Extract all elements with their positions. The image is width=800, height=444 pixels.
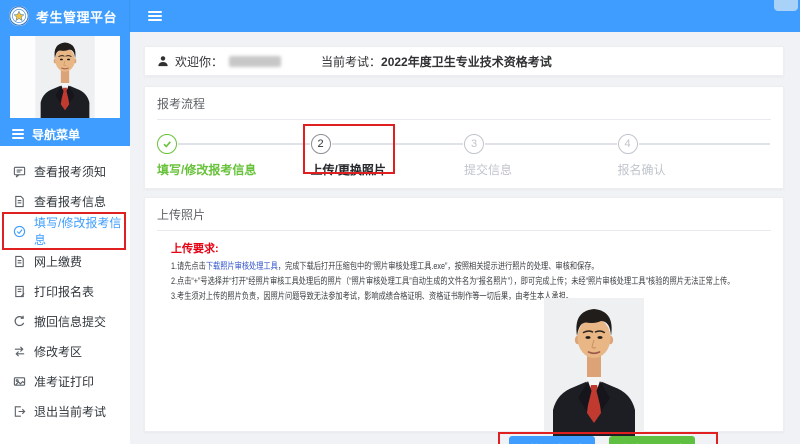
sidebar-item-fill-info[interactable]: 填写/修改报考信息	[0, 216, 130, 246]
nav-menu-header: 导航菜单	[0, 122, 130, 146]
sidebar-item-label: 撤回信息提交	[34, 313, 106, 330]
upload-photo-card: 上传照片 上传要求: 1.请先点击下载照片审核处理工具，完成下载后打开压缩包中的…	[144, 197, 784, 432]
sidebar-item-label: 退出当前考试	[34, 403, 106, 420]
upload-requirements-title: 上传要求:	[171, 240, 771, 256]
confirm-photo-button[interactable]: 确认使用照片	[609, 436, 695, 444]
step-submit-info[interactable]: 3 提交信息	[464, 134, 618, 178]
step-label: 填写/修改报考信息	[157, 161, 311, 178]
sidebar-item-online-payment[interactable]: 网上缴费	[0, 246, 130, 276]
change-photo-button[interactable]: 更换考试照片	[509, 436, 595, 444]
swap-icon	[13, 345, 26, 358]
sidebar-item-label: 查看报考须知	[34, 163, 106, 180]
step-number-circle: 3	[464, 134, 484, 154]
step-label: 提交信息	[464, 161, 618, 178]
app-title: 考生管理平台	[36, 7, 117, 26]
sidebar-item-print-admission-ticket[interactable]: 准考证打印	[0, 366, 130, 396]
undo-icon	[13, 315, 26, 328]
nav-menu-title: 导航菜单	[32, 126, 80, 143]
upload-title: 上传照片	[157, 206, 771, 231]
step-confirm-registration[interactable]: 4 报名确认	[618, 134, 772, 178]
user-icon	[157, 55, 169, 67]
welcome-bar: 欢迎你： 当前考试： 2022年度卫生专业技术资格考试	[144, 46, 784, 76]
top-bar: 考生管理平台	[0, 0, 800, 32]
top-bar-main	[130, 0, 800, 32]
sidebar-item-withdraw-submission[interactable]: 撤回信息提交	[0, 306, 130, 336]
requirement-line-2: 2.点击“+”号选择并“打开”经照片审核工具处理后的照片（“照片审核处理工具”自…	[171, 274, 651, 289]
platform-logo-icon	[8, 5, 30, 27]
sidebar-item-label: 准考证打印	[34, 373, 94, 390]
process-title: 报考流程	[157, 95, 771, 120]
form-icon	[13, 285, 26, 298]
sidebar-item-view-notice[interactable]: 查看报考须知	[0, 156, 130, 186]
brand-area: 考生管理平台	[0, 0, 130, 32]
sidebar-menu: 查看报考须知 查看报考信息 填写/修改报考信息 网上缴费	[0, 146, 130, 426]
sidebar-item-exit-exam[interactable]: 退出当前考试	[0, 396, 130, 426]
exit-icon	[13, 405, 26, 418]
sidebar-item-print-form[interactable]: 打印报名表	[0, 276, 130, 306]
collapse-menu-icon[interactable]	[148, 15, 162, 17]
current-exam-label: 当前考试：	[321, 53, 381, 70]
check-icon	[162, 139, 172, 149]
step-upload-photo[interactable]: 2 上传/更换照片	[311, 134, 465, 178]
redacted-candidate-name	[229, 56, 281, 67]
sidebar-item-label: 网上缴费	[34, 253, 82, 270]
check-circle-icon	[13, 225, 26, 238]
exam-platform-window: 考生管理平台 导航菜单 查看报考须知	[0, 0, 800, 444]
sidebar-photo-frame	[0, 32, 130, 122]
sidebar-item-label: 填写/修改报考信息	[34, 214, 130, 248]
step-number-circle: 2	[311, 134, 331, 154]
chat-icon	[13, 165, 26, 178]
card-icon	[13, 375, 26, 388]
step-label: 上传/更换照片	[311, 161, 465, 178]
steps-row: 填写/修改报考信息 2 上传/更换照片 3 提交信息	[157, 134, 771, 178]
main-content: 欢迎你： 当前考试： 2022年度卫生专业技术资格考试 报考流程 填写/修改报考…	[130, 32, 800, 444]
sidebar-item-label: 查看报考信息	[34, 193, 106, 210]
greeting-label: 欢迎你：	[175, 53, 223, 70]
document-icon	[13, 195, 26, 208]
step-label: 报名确认	[618, 161, 772, 178]
sidebar-item-label: 打印报名表	[34, 283, 94, 300]
step-done-circle	[157, 134, 177, 154]
download-tool-link[interactable]: 下载照片审核处理工具	[206, 261, 278, 271]
sidebar-item-change-exam-area[interactable]: 修改考区	[0, 336, 130, 366]
candidate-photo-thumbnail	[10, 36, 120, 118]
sidebar: 导航菜单 查看报考须知 查看报考信息 填写/修改报考信息	[0, 32, 130, 444]
current-exam-name: 2022年度卫生专业技术资格考试	[381, 53, 552, 70]
photo-buttons-highlight: 更换考试照片 确认使用照片	[498, 432, 718, 444]
document-icon	[13, 255, 26, 268]
process-card: 报考流程 填写/修改报考信息 2	[144, 86, 784, 189]
sidebar-item-label: 修改考区	[34, 343, 82, 360]
uploaded-photo-preview	[544, 298, 644, 436]
corner-artifact	[774, 0, 798, 11]
step-fill-info[interactable]: 填写/修改报考信息	[157, 134, 311, 178]
requirement-line-1: 1.请先点击下载照片审核处理工具，完成下载后打开压缩包中的“照片审核处理工具.e…	[171, 259, 651, 274]
nav-menu-icon	[12, 133, 24, 135]
step-number-circle: 4	[618, 134, 638, 154]
